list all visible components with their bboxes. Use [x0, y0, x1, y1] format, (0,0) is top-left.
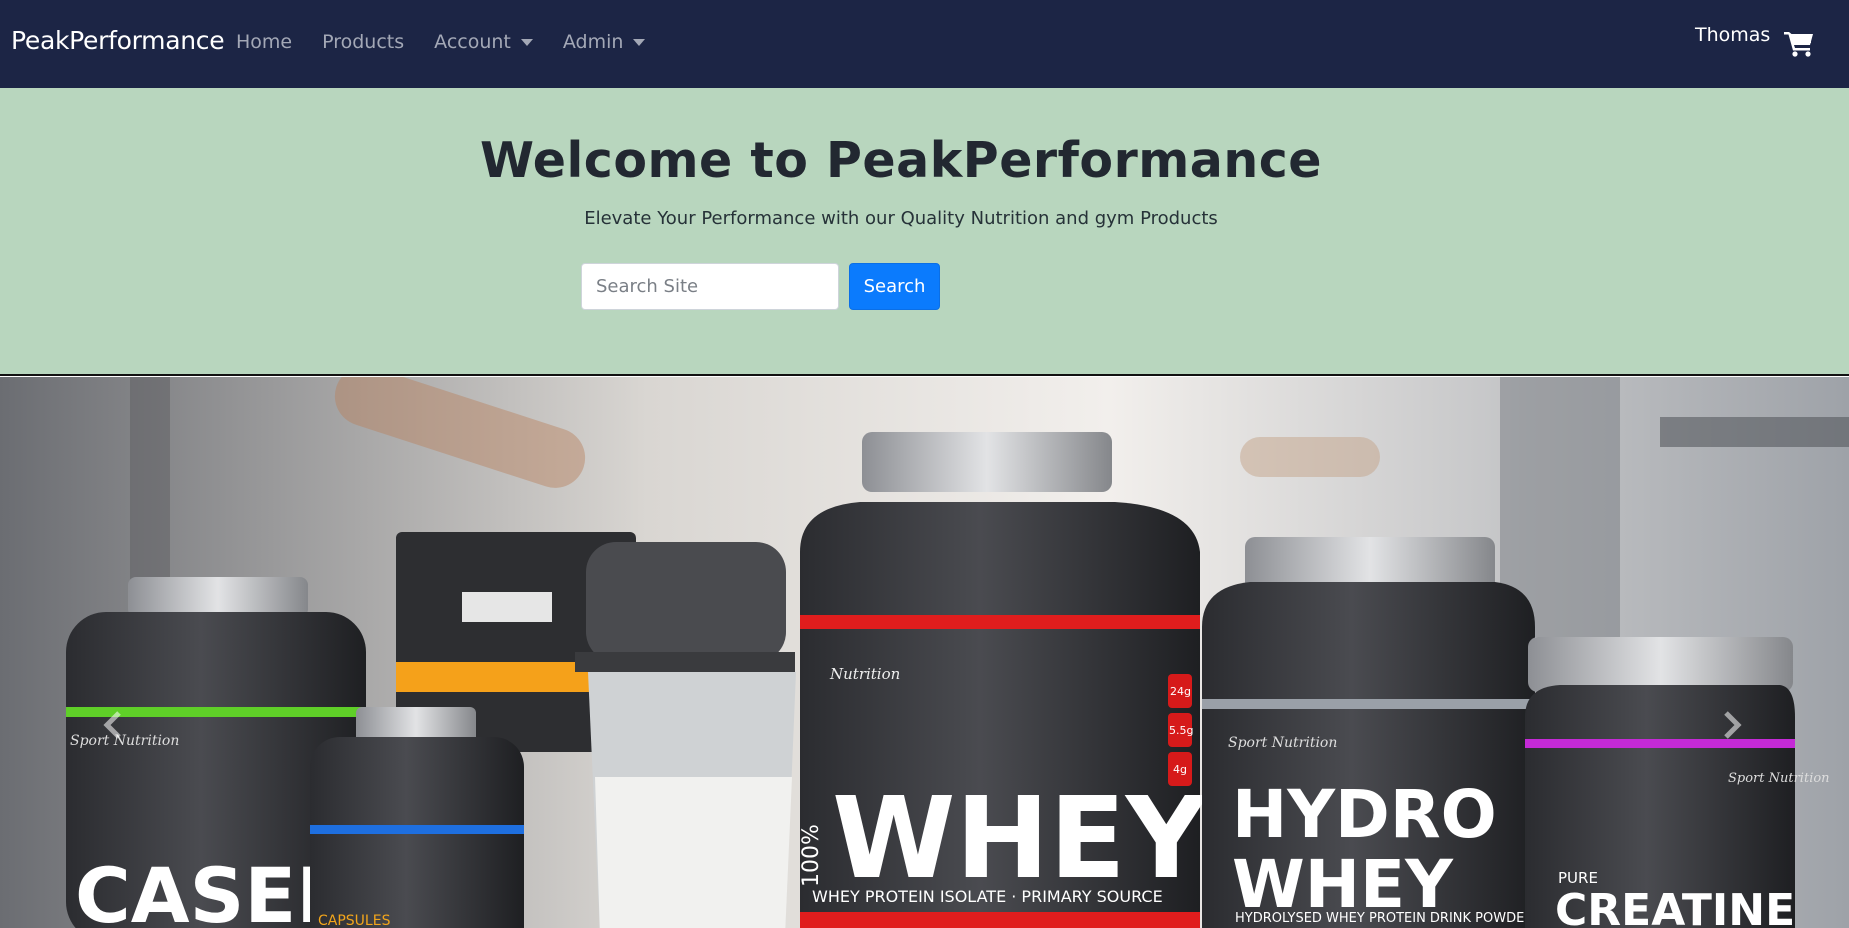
page-title: Welcome to PeakPerformance	[479, 132, 1323, 189]
chevron-left-icon[interactable]	[95, 705, 135, 745]
capsules-label: CAPSULES	[318, 913, 391, 928]
user-name[interactable]: Thomas	[1695, 24, 1770, 46]
caret-down-icon	[520, 38, 533, 46]
whey-prefix: 100%	[799, 824, 824, 887]
nav-link-products-label: Products	[322, 31, 405, 53]
nav-dropdown-account-label: Account	[434, 31, 511, 53]
creatine-jar: Sport Nutrition PURE CREATINE	[1525, 637, 1830, 928]
caret-down-icon	[633, 38, 646, 46]
nav-dropdown-admin[interactable]: Admin	[563, 31, 646, 53]
hydro-label-line1: HYDRO	[1232, 776, 1497, 853]
hydro-brand: Sport Nutrition	[1228, 735, 1337, 751]
hero-subtitle: Elevate Your Performance with our Qualit…	[584, 208, 1218, 229]
whey-jar: Nutrition 100% WHEY WHEY PROTEIN ISOLATE…	[799, 432, 1209, 928]
capsules-jar: CAPSULES	[310, 707, 524, 928]
product-carousel: Sport Nutrition CASEIN CAPSULES Nutritio…	[0, 377, 1849, 928]
carousel-image: Sport Nutrition CASEIN CAPSULES Nutritio…	[0, 377, 1849, 928]
nav-link-products[interactable]: Products	[322, 31, 404, 53]
brand-logo[interactable]: PeakPerformance	[11, 26, 225, 55]
whey-badges: 24g 5.5g 4g	[1168, 674, 1193, 786]
nav-dropdown-account[interactable]: Account	[434, 31, 533, 53]
nav-link-home[interactable]: Home	[236, 31, 292, 53]
hydro-sublabel: HYDROLYSED WHEY PROTEIN DRINK POWDER	[1235, 911, 1533, 926]
whey-brand: Nutrition	[829, 665, 900, 683]
search-button[interactable]: Search	[849, 263, 940, 310]
hydro-whey-jar: Sport Nutrition HYDRO WHEY HYDROLYSED WH…	[1202, 537, 1535, 928]
nav-dropdown-admin-label: Admin	[562, 31, 624, 53]
whey-sublabel: WHEY PROTEIN ISOLATE · PRIMARY SOURCE	[812, 887, 1163, 906]
whey-badge-2: 5.5g	[1169, 724, 1193, 737]
shopping-cart-icon[interactable]	[1784, 30, 1814, 57]
nav-link-home-label: Home	[236, 31, 293, 53]
whey-badge-3: 4g	[1173, 763, 1187, 776]
whey-badge-1: 24g	[1170, 685, 1191, 698]
creatine-label: CREATINE	[1555, 885, 1795, 928]
nav-links: Home Products Account Admin	[236, 31, 675, 53]
search-input[interactable]	[581, 263, 839, 310]
whey-label: WHEY	[832, 774, 1209, 904]
top-navbar: PeakPerformance Home Products Account Ad…	[0, 0, 1849, 88]
chevron-right-icon[interactable]	[1710, 705, 1750, 745]
creatine-brand: Sport Nutrition	[1728, 771, 1830, 786]
hero-jumbotron: Welcome to PeakPerformance Elevate Your …	[0, 88, 1849, 376]
shaker-bottle	[575, 542, 796, 928]
